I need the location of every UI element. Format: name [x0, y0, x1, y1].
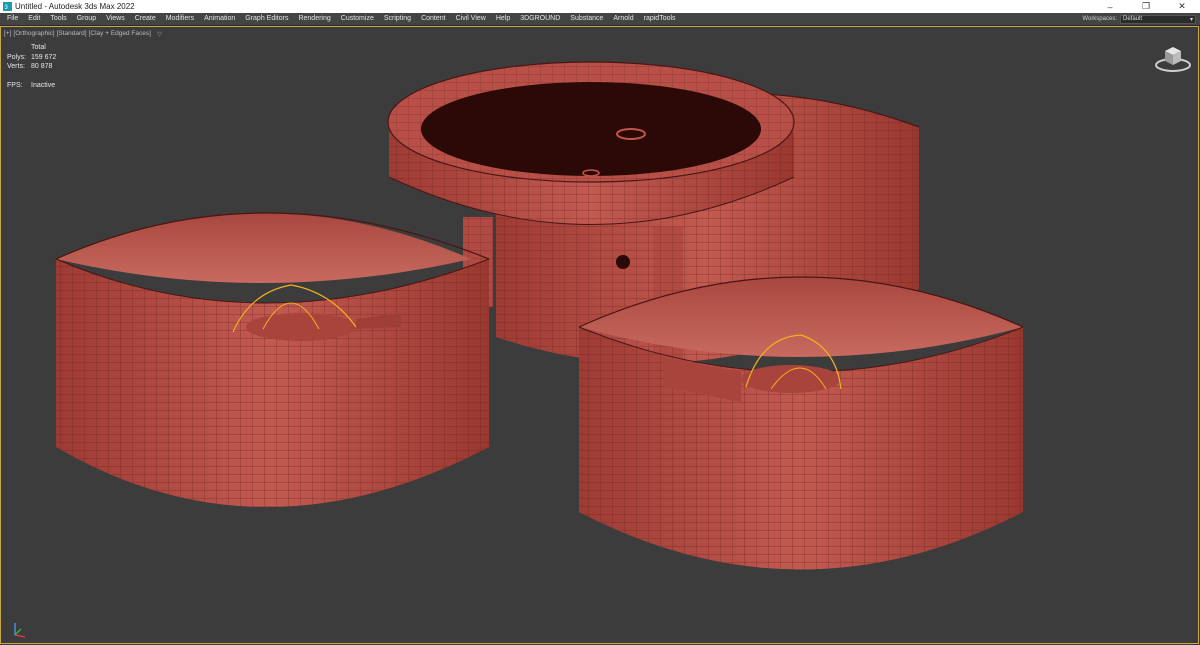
verts-label: Verts:	[7, 63, 25, 70]
menu-rapidtools[interactable]: rapidTools	[639, 13, 681, 25]
menu-bar: File Edit Tools Group Views Create Modif…	[0, 13, 1200, 26]
verts-value: 80 878	[31, 63, 53, 70]
top-basin	[387, 61, 795, 225]
axis-tripod-icon	[14, 623, 26, 638]
viewport-menu-plus[interactable]: [+]	[4, 30, 11, 38]
polys-label: Polys:	[7, 53, 27, 61]
scene-statistics: Total Polys: 159 672 Verts: 80 878 FPS: Ina…	[7, 43, 56, 90]
viewport-shading-label[interactable]: [Clay + Edged Faces]	[89, 30, 151, 38]
menu-modifiers[interactable]: Modifiers	[161, 13, 199, 25]
menu-arnold[interactable]: Arnold	[608, 13, 638, 25]
viewport-standard-label[interactable]: [Standard]	[57, 30, 87, 38]
fps-label: FPS:	[7, 81, 23, 89]
menu-views[interactable]: Views	[101, 13, 130, 25]
chevron-down-icon: ▾	[1189, 16, 1193, 23]
workspaces-dropdown[interactable]: Default ▾	[1120, 14, 1196, 24]
restore-button[interactable]: ❐	[1128, 0, 1164, 13]
minimize-button[interactable]: –	[1092, 0, 1128, 13]
menu-content[interactable]: Content	[416, 13, 451, 25]
polys-value: 159 672	[31, 53, 57, 61]
menu-file[interactable]: File	[2, 13, 23, 25]
menu-edit[interactable]: Edit	[23, 13, 45, 25]
workspaces-label: Workspaces:	[1082, 16, 1117, 22]
menu-civil-view[interactable]: Civil View	[451, 13, 491, 25]
drain-hole	[616, 255, 630, 269]
menu-create[interactable]: Create	[130, 13, 161, 25]
menu-3dground[interactable]: 3DGROUND	[515, 13, 565, 25]
fps-value: Inactive	[31, 81, 56, 89]
minimize-icon: –	[1107, 1, 1113, 12]
menu-rendering[interactable]: Rendering	[293, 13, 335, 25]
menu-customize[interactable]: Customize	[336, 13, 379, 25]
pot-right	[578, 276, 1024, 570]
close-button[interactable]: ✕	[1164, 0, 1200, 13]
perspective-viewport[interactable]: [+] [Orthographic] [Standard] [Clay + Ed…	[0, 26, 1199, 644]
menu-group[interactable]: Group	[72, 13, 101, 25]
close-icon: ✕	[1178, 1, 1186, 11]
menu-graph-editors[interactable]: Graph Editors	[240, 13, 293, 25]
menu-animation[interactable]: Animation	[199, 13, 240, 25]
pot-left	[55, 212, 490, 507]
viewport-view-label[interactable]: [Orthographic]	[13, 30, 54, 38]
pump-left	[246, 313, 356, 341]
menu-substance[interactable]: Substance	[565, 13, 608, 25]
stats-header: Total	[31, 44, 46, 51]
scene-render	[55, 61, 1024, 570]
3dsmax-logo-icon: 3	[3, 2, 12, 11]
window-title: Untitled - Autodesk 3ds Max 2022	[15, 2, 135, 11]
filter-icon[interactable]: ▽	[157, 30, 162, 38]
menu-scripting[interactable]: Scripting	[379, 13, 416, 25]
workspaces-value: Default	[1123, 16, 1143, 22]
menu-help[interactable]: Help	[491, 13, 515, 25]
menu-tools[interactable]: Tools	[45, 13, 71, 25]
viewport-label[interactable]: [+] [Orthographic] [Standard] [Clay + Ed…	[4, 30, 162, 38]
title-bar: 3 Untitled - Autodesk 3ds Max 2022 – ❐ ✕	[0, 0, 1200, 13]
workspaces-control: Workspaces: Default ▾	[1082, 14, 1200, 24]
restore-icon: ❐	[1141, 1, 1151, 11]
viewcube-icon[interactable]	[1153, 41, 1193, 75]
